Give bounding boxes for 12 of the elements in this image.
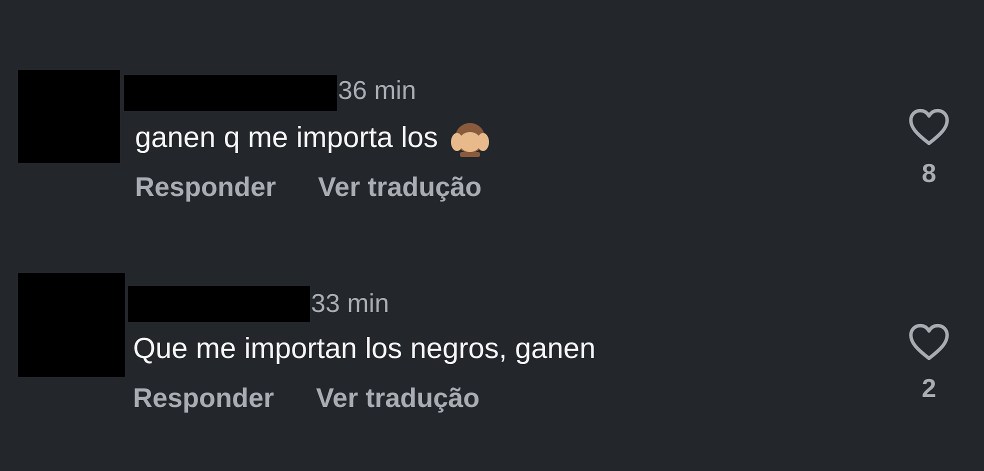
heart-icon[interactable] (908, 108, 950, 146)
comment-action-link[interactable]: Responder (135, 172, 276, 203)
comment-action-link[interactable]: Responder (133, 383, 274, 414)
like-count: 2 (922, 373, 936, 404)
heart-icon[interactable] (908, 323, 950, 361)
comment-time: 36 min (338, 77, 416, 103)
comment-action-link[interactable]: Ver tradução (318, 172, 482, 203)
comment-time: 33 min (311, 290, 390, 316)
comment-text: ganen q me importa los (135, 122, 438, 154)
like-count: 8 (922, 158, 936, 189)
comment-text: Que me importan los negros, ganen (133, 332, 596, 366)
comment-action-link[interactable]: Ver tradução (316, 383, 480, 414)
